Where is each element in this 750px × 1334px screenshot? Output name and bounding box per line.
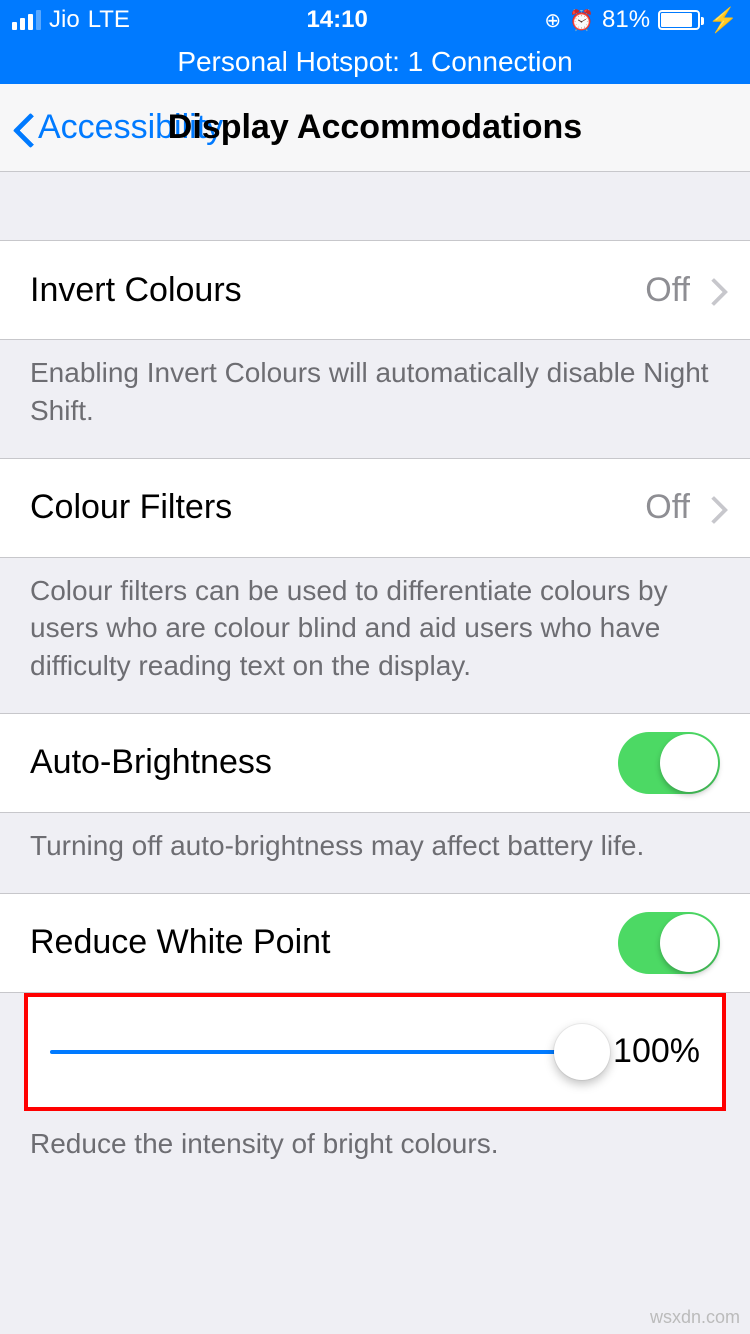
footer-invert: Enabling Invert Colours will automatical… [0, 340, 750, 458]
chevron-right-icon [704, 494, 720, 522]
reduce-white-point-slider[interactable] [50, 1050, 584, 1054]
footer-filters: Colour filters can be used to differenti… [0, 558, 750, 713]
signal-icon [12, 10, 41, 30]
reduce-white-point-toggle[interactable] [618, 912, 720, 974]
row-auto-brightness: Auto-Brightness [0, 713, 750, 813]
row-label: Auto-Brightness [30, 743, 618, 782]
row-invert-colours[interactable]: Invert Colours Off [0, 240, 750, 340]
carrier-label: Jio [49, 6, 80, 34]
back-button[interactable]: Accessibility [14, 108, 223, 147]
clock: 14:10 [306, 6, 367, 34]
status-left: Jio LTE [12, 6, 130, 34]
row-colour-filters[interactable]: Colour Filters Off [0, 458, 750, 558]
row-value: Off [645, 271, 720, 310]
network-label: LTE [88, 6, 130, 34]
row-reduce-white-point: Reduce White Point [0, 893, 750, 993]
row-label: Invert Colours [30, 271, 645, 310]
slider-value: 100% [604, 1032, 700, 1071]
back-label: Accessibility [38, 108, 223, 147]
status-right: ⊕ ⏰ 81% ⚡ [544, 6, 738, 35]
status-bar: Jio LTE 14:10 ⊕ ⏰ 81% ⚡ [0, 0, 750, 40]
row-value: Off [645, 488, 720, 527]
watermark: wsxdn.com [650, 1307, 740, 1328]
footer-reduce-white-point: Reduce the intensity of bright colours. [0, 1111, 750, 1191]
battery-icon [658, 10, 700, 30]
footer-auto-brightness: Turning off auto-brightness may affect b… [0, 813, 750, 893]
row-label: Colour Filters [30, 488, 645, 527]
hotspot-banner[interactable]: Personal Hotspot: 1 Connection [0, 40, 750, 84]
chevron-right-icon [704, 276, 720, 304]
reduce-white-point-slider-row: 100% [28, 997, 722, 1107]
alarm-icon: ⏰ [569, 8, 594, 33]
auto-brightness-toggle[interactable] [618, 732, 720, 794]
slider-thumb[interactable] [554, 1024, 610, 1080]
battery-percent: 81% [602, 6, 650, 34]
chevron-left-icon [14, 109, 36, 147]
reduce-white-point-slider-highlight: 100% [24, 993, 726, 1111]
hotspot-text: Personal Hotspot: 1 Connection [177, 46, 572, 77]
nav-bar: Accessibility Display Accommodations [0, 84, 750, 172]
row-label: Reduce White Point [30, 923, 618, 962]
charging-icon: ⚡ [708, 6, 738, 35]
orientation-lock-icon: ⊕ [544, 8, 561, 33]
